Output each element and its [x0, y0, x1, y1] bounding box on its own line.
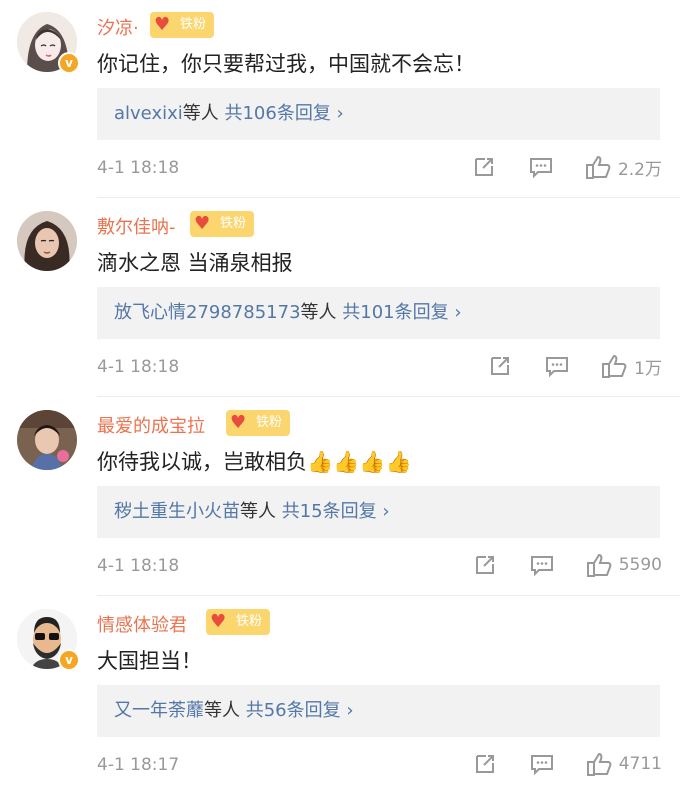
share-icon: [491, 357, 510, 375]
timestamp: 4-1 18:17: [97, 755, 180, 775]
share-button[interactable]: [488, 354, 512, 378]
comment-text: 滴水之恩 当涌泉相报: [97, 251, 293, 275]
comment-actions: 4711: [473, 747, 662, 781]
like-button[interactable]: 2.2万: [584, 154, 662, 180]
divider: [97, 396, 680, 397]
username[interactable]: 敷尔佳呐-: [97, 213, 176, 239]
like-icon: [602, 354, 627, 378]
comment-item: v 汐凉· ♥ 铁粉 你记住，你只要帮过我，中国就不会忘！ alvexixi等人…: [0, 0, 680, 198]
replier-link[interactable]: 放飞心情2798785173: [114, 302, 301, 323]
reply-count-link[interactable]: 共15条回复 ›: [282, 501, 390, 522]
comment-text: 你记住，你只要帮过我，中国就不会忘！: [97, 52, 475, 76]
username[interactable]: 情感体验君: [97, 611, 187, 637]
replies-box[interactable]: 秽土重生小火苗等人 共15条回复 ›: [97, 486, 660, 538]
badge-label: 铁粉: [256, 415, 283, 430]
heart-badge-icon: ♥: [210, 611, 227, 632]
reply-suffix: 等人: [240, 501, 276, 522]
reply-suffix: 等人: [182, 103, 219, 124]
heart-badge-icon: ♥: [194, 213, 211, 234]
like-icon: [586, 752, 612, 776]
fan-badge: ♥ 铁粉: [206, 609, 271, 635]
replies-box[interactable]: 放飞心情2798785173等人 共101条回复 ›: [97, 287, 660, 339]
like-count: 4711: [618, 754, 662, 774]
comment-actions: 2.2万: [472, 150, 662, 184]
replies-box[interactable]: alvexixi等人 共106条回复 ›: [97, 88, 660, 140]
badge-label: 铁粉: [236, 614, 263, 629]
like-count: 5590: [618, 555, 662, 575]
like-button[interactable]: 5590: [585, 552, 662, 578]
comment-icon: [530, 755, 553, 776]
comment-actions: 1万: [488, 349, 662, 383]
comment-icon: [546, 357, 569, 378]
username[interactable]: 汐凉·: [97, 14, 139, 40]
share-icon: [475, 755, 494, 773]
fan-badge: ♥ 铁粉: [150, 12, 215, 38]
like-count: 2.2万: [617, 159, 662, 180]
reply-count-link[interactable]: 共106条回复 ›: [224, 103, 343, 124]
share-button[interactable]: [473, 553, 497, 577]
comment-icon: [530, 556, 553, 577]
replier-link[interactable]: 又一年荼蘼: [114, 700, 204, 721]
comment-actions: 5590: [473, 548, 662, 582]
fan-badge: ♥ 铁粉: [190, 211, 255, 237]
avatar[interactable]: [17, 211, 77, 271]
share-icon: [475, 556, 494, 574]
comment-text: 大国担当！: [97, 649, 202, 673]
reply-suffix: 等人: [204, 700, 240, 721]
verified-badge-icon: v: [58, 52, 80, 74]
comment-feed: v 汐凉· ♥ 铁粉 你记住，你只要帮过我，中国就不会忘！ alvexixi等人…: [0, 0, 680, 791]
comment-button[interactable]: [528, 155, 554, 179]
reply-suffix: 等人: [300, 302, 337, 323]
share-button[interactable]: [472, 155, 496, 179]
replies-box[interactable]: 又一年荼蘼等人 共56条回复 ›: [97, 685, 660, 737]
divider: [97, 197, 680, 198]
comment-button[interactable]: [544, 354, 570, 378]
avatar[interactable]: [17, 410, 77, 470]
comment-item: 敷尔佳呐- ♥ 铁粉 滴水之恩 当涌泉相报 放飞心情2798785173等人 共…: [0, 199, 680, 397]
like-button[interactable]: 4711: [585, 751, 662, 777]
share-icon: [474, 158, 493, 176]
comment-text: 你待我以诚，岂敢相负👍👍👍👍: [97, 450, 412, 474]
verified-badge-icon: v: [58, 649, 80, 671]
heart-badge-icon: ♥: [230, 412, 247, 433]
fan-badge: ♥ 铁粉: [226, 410, 291, 436]
share-button[interactable]: [473, 752, 497, 776]
comment-icon: [529, 158, 552, 179]
comment-button[interactable]: [529, 553, 555, 577]
timestamp: 4-1 18:18: [97, 357, 180, 377]
divider: [97, 595, 680, 596]
comment-item: 最爱的成宝拉 ♥ 铁粉 你待我以诚，岂敢相负👍👍👍👍 秽土重生小火苗等人 共15…: [0, 398, 680, 596]
timestamp: 4-1 18:18: [97, 158, 180, 178]
like-icon: [585, 155, 611, 179]
comment-button[interactable]: [529, 752, 555, 776]
timestamp: 4-1 18:18: [97, 556, 180, 576]
badge-label: 铁粉: [220, 216, 247, 231]
username[interactable]: 最爱的成宝拉: [97, 412, 205, 438]
like-count: 1万: [634, 358, 662, 379]
badge-label: 铁粉: [180, 17, 207, 32]
comment-item: v 情感体验君 ♥ 铁粉 大国担当！ 又一年荼蘼等人 共56条回复 › 4-1 …: [0, 597, 680, 795]
reply-count-link[interactable]: 共56条回复 ›: [246, 700, 354, 721]
like-icon: [586, 553, 612, 577]
replier-link[interactable]: alvexixi: [114, 103, 183, 124]
reply-count-link[interactable]: 共101条回复 ›: [342, 302, 461, 323]
heart-badge-icon: ♥: [154, 14, 171, 35]
like-button[interactable]: 1万: [600, 353, 662, 379]
replier-link[interactable]: 秽土重生小火苗: [114, 501, 240, 522]
